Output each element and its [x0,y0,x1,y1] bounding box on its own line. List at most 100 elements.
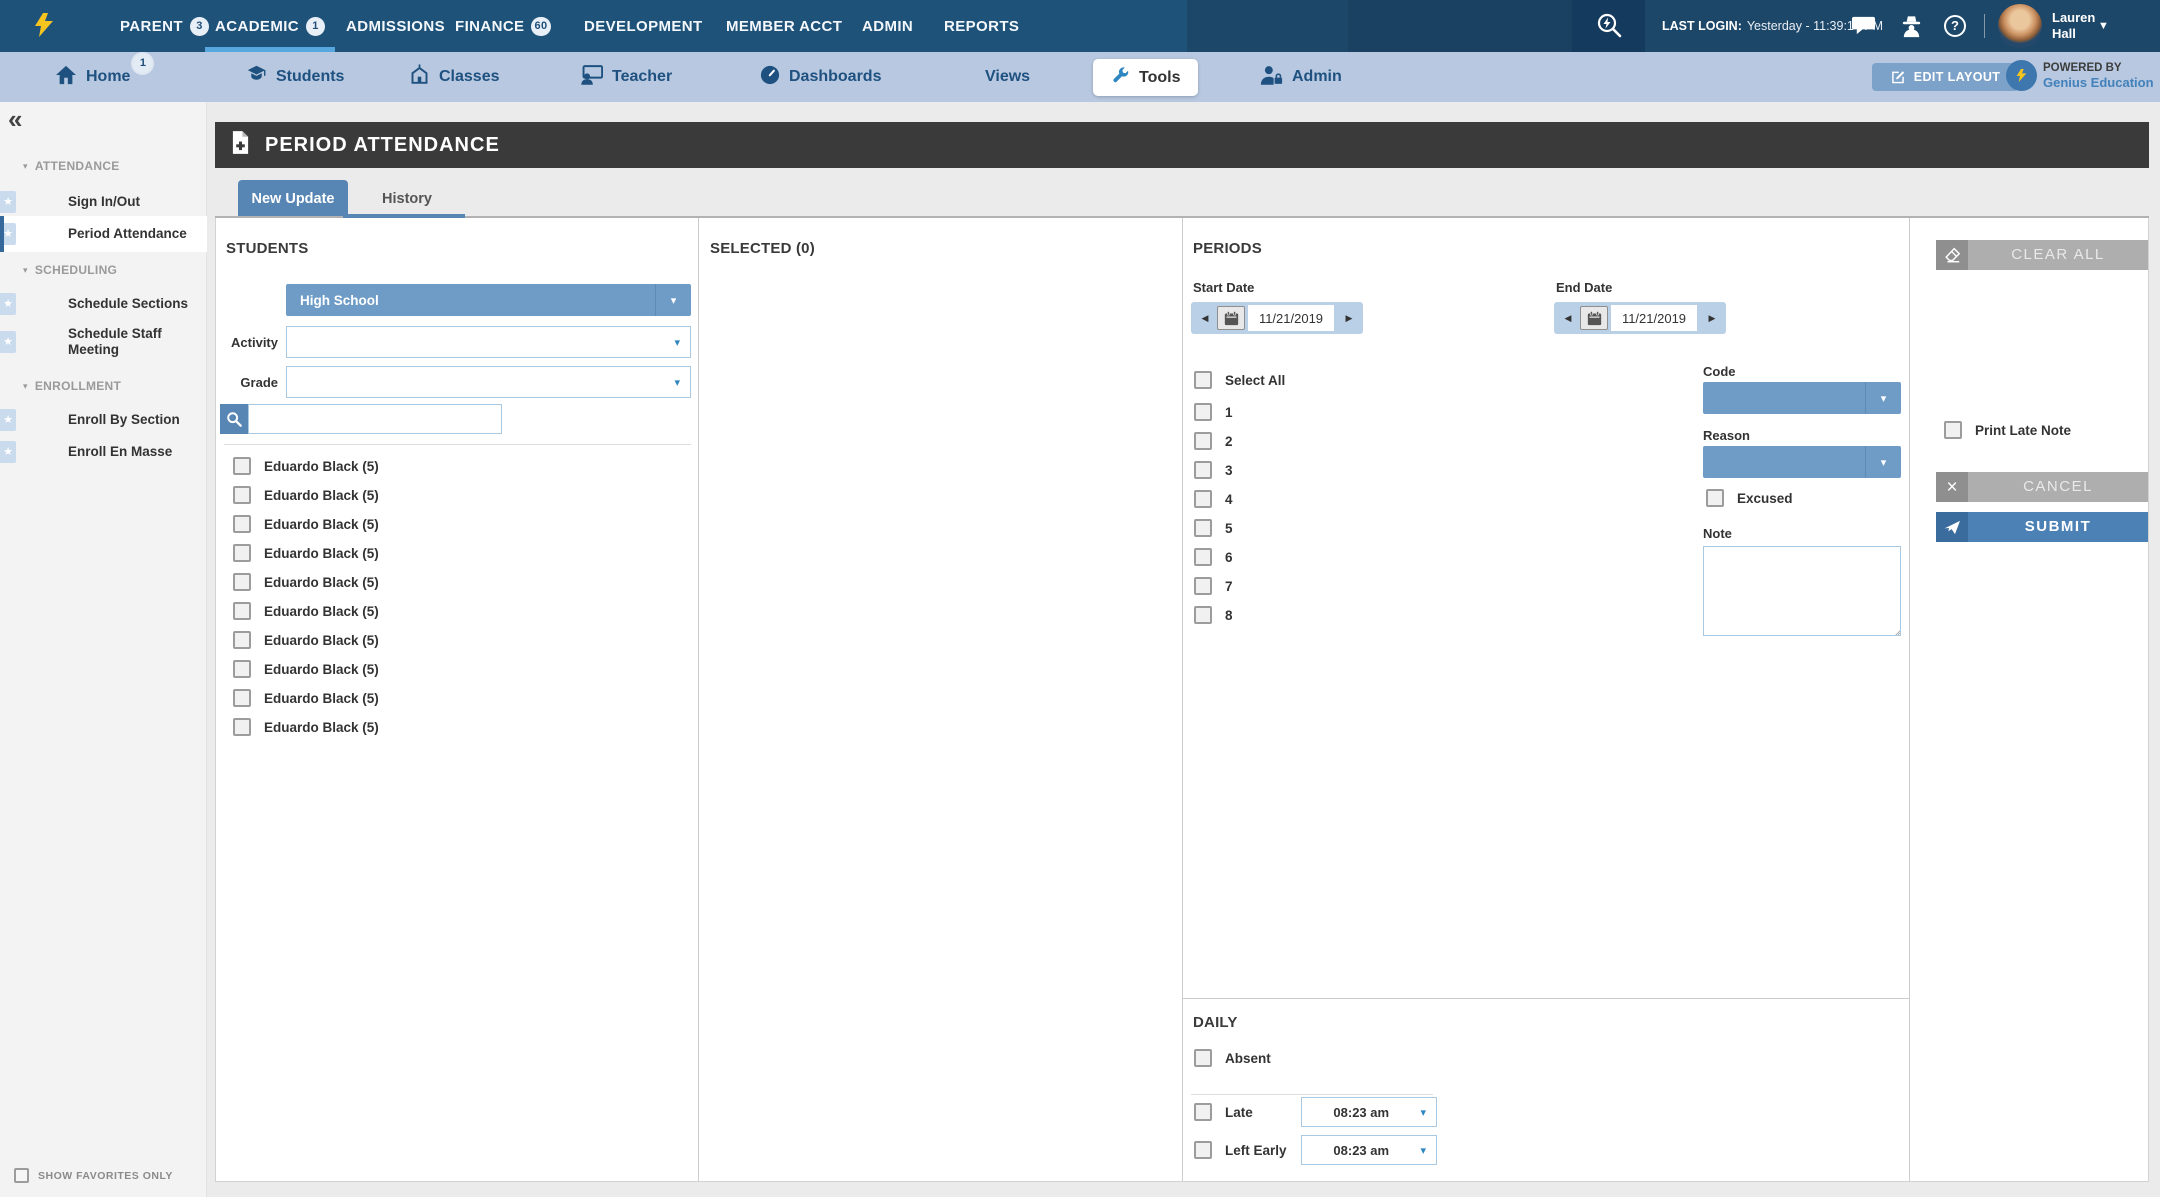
student-row[interactable]: Eduardo Black (5) [233,628,379,652]
global-search-field[interactable] [1348,0,1572,52]
absent-checkbox[interactable] [1194,1049,1212,1067]
start-date-input[interactable]: 11/21/2019 [1248,305,1334,331]
user-menu-chevron-down-icon[interactable]: ▼ [2098,20,2109,32]
show-favorites-checkbox[interactable] [14,1168,29,1183]
nav-item-teacher[interactable]: Teacher [580,52,672,102]
impersonate-icon[interactable] [1893,0,1929,52]
late-time-select[interactable]: 08:23 am ▾ [1301,1097,1437,1127]
sidebar-item-schedule-sections[interactable]: ★ Schedule Sections [0,288,207,320]
end-date-input[interactable]: 11/21/2019 [1611,305,1697,331]
favorite-star-icon[interactable]: ★ [0,441,16,463]
period-row[interactable]: 2 [1194,429,1233,453]
sidebar-section-enrollment[interactable]: ▾ ENROLLMENT [0,378,207,394]
select-all-row[interactable]: Select All [1194,368,1285,392]
student-row[interactable]: Eduardo Black (5) [233,657,379,681]
nav-item-views[interactable]: Views [985,52,1030,102]
calendar-icon[interactable] [1580,306,1608,330]
period-checkbox[interactable] [1194,432,1212,450]
period-checkbox[interactable] [1194,606,1212,624]
sidebar-item-sign-in-out[interactable]: ★ Sign In/Out [0,186,207,218]
student-row[interactable]: Eduardo Black (5) [233,483,379,507]
sidebar-item-enroll-en-masse[interactable]: ★ Enroll En Masse [0,436,207,468]
left-early-time-select[interactable]: 08:23 am ▾ [1301,1135,1437,1165]
top-nav-item-admin[interactable]: ADMIN [862,0,913,52]
period-row[interactable]: 3 [1194,458,1233,482]
user-name[interactable]: Lauren Hall [2052,10,2095,42]
student-row[interactable]: Eduardo Black (5) [233,512,379,536]
grade-select[interactable]: ▾ [286,366,691,398]
student-row[interactable]: Eduardo Black (5) [233,541,379,565]
student-row[interactable]: Eduardo Black (5) [233,570,379,594]
student-row[interactable]: Eduardo Black (5) [233,715,379,739]
code-select[interactable]: ▾ [1703,382,1901,414]
messages-icon[interactable] [1845,0,1881,52]
excused-checkbox[interactable] [1706,489,1724,507]
student-checkbox[interactable] [233,689,251,707]
submit-button[interactable]: SUBMIT [1936,512,2148,542]
student-search-icon[interactable] [220,404,248,434]
student-row[interactable]: Eduardo Black (5) [233,686,379,710]
favorite-star-icon[interactable]: ★ [0,293,16,315]
student-checkbox[interactable] [233,544,251,562]
student-checkbox[interactable] [233,457,251,475]
print-late-note-checkbox[interactable] [1944,421,1962,439]
top-nav-item-member-acct[interactable]: MEMBER ACCT [726,0,842,52]
sidebar-item-schedule-staff-meeting[interactable]: ★ Schedule Staff Meeting [0,322,207,362]
late-checkbox[interactable] [1194,1103,1212,1121]
show-favorites-only-toggle[interactable]: SHOW FAVORITES ONLY [14,1168,173,1183]
school-select[interactable]: High School ▾ [286,284,691,316]
period-checkbox[interactable] [1194,519,1212,537]
favorite-star-icon[interactable]: ★ [0,191,16,213]
calendar-icon[interactable] [1217,306,1245,330]
period-row[interactable]: 6 [1194,545,1233,569]
nav-item-admin[interactable]: Admin [1260,52,1342,102]
note-textarea[interactable] [1703,546,1901,636]
period-row[interactable]: 1 [1194,400,1233,424]
period-checkbox[interactable] [1194,461,1212,479]
edit-layout-button[interactable]: EDIT LAYOUT [1872,63,2018,91]
student-checkbox[interactable] [233,718,251,736]
app-logo-bolt-icon[interactable] [32,8,56,47]
top-nav-item-finance[interactable]: FINANCE 60 [455,0,551,52]
favorite-star-icon[interactable]: ★ [0,223,16,245]
absent-row[interactable]: Absent [1194,1046,1271,1070]
period-checkbox[interactable] [1194,403,1212,421]
clear-all-button[interactable]: CLEAR ALL [1936,240,2148,270]
period-checkbox[interactable] [1194,548,1212,566]
sidebar-section-scheduling[interactable]: ▾ SCHEDULING [0,262,207,278]
period-checkbox[interactable] [1194,577,1212,595]
next-day-button[interactable]: ▶ [1700,313,1724,324]
reason-select[interactable]: ▾ [1703,446,1901,478]
student-checkbox[interactable] [233,486,251,504]
top-nav-item-parent[interactable]: PARENT 3 [120,0,209,52]
nav-item-students[interactable]: Students [246,52,344,102]
nav-item-home[interactable]: Home 1 [55,52,130,102]
top-nav-item-academic[interactable]: ACADEMIC 1 [215,0,325,52]
avatar[interactable] [1998,4,2042,48]
period-row[interactable]: 8 [1194,603,1233,627]
cancel-button[interactable]: × CANCEL [1936,472,2148,502]
favorite-star-icon[interactable]: ★ [0,409,16,431]
period-row[interactable]: 5 [1194,516,1233,540]
student-checkbox[interactable] [233,602,251,620]
top-nav-item-reports[interactable]: REPORTS [944,0,1019,52]
print-late-note-row[interactable]: Print Late Note [1944,418,2071,442]
left-early-checkbox[interactable] [1194,1141,1212,1159]
period-row[interactable]: 7 [1194,574,1233,598]
help-icon[interactable]: ? [1938,0,1972,52]
period-row[interactable]: 4 [1194,487,1233,511]
sidebar-section-attendance[interactable]: ▾ ATTENDANCE [0,158,207,174]
excused-row[interactable]: Excused [1706,486,1793,510]
student-checkbox[interactable] [233,660,251,678]
search-icon[interactable] [1572,0,1645,52]
tab-history[interactable]: History [348,180,466,218]
student-search-input[interactable] [248,404,502,434]
sidebar-item-period-attendance[interactable]: ★ Period Attendance [0,216,207,252]
favorite-star-icon[interactable]: ★ [0,331,16,353]
late-row[interactable]: Late [1194,1100,1253,1124]
student-row[interactable]: Eduardo Black (5) [233,454,379,478]
student-checkbox[interactable] [233,631,251,649]
nav-item-dashboards[interactable]: Dashboards [760,52,881,102]
activity-select[interactable]: ▾ [286,326,691,358]
top-nav-item-development[interactable]: DEVELOPMENT [584,0,703,52]
